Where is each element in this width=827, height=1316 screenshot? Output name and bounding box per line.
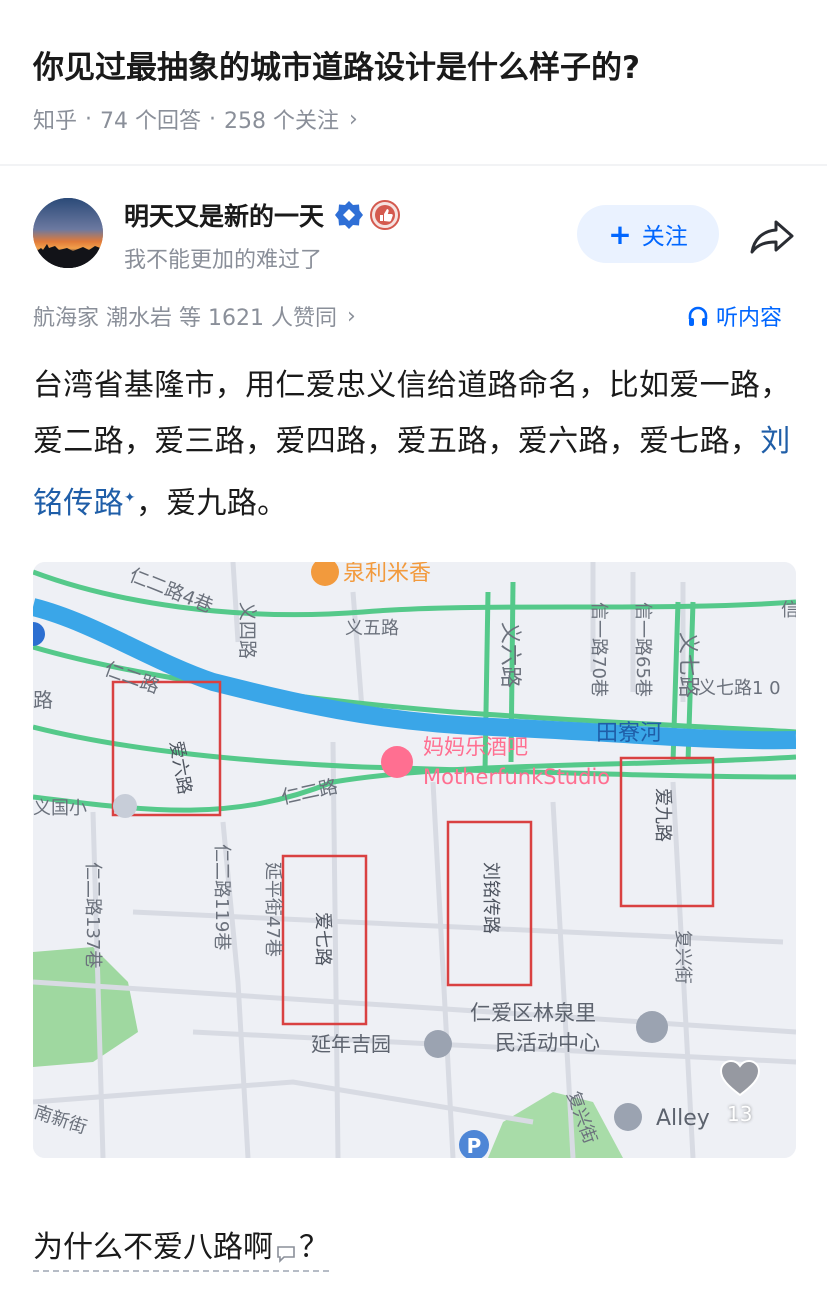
- author-name[interactable]: 明天又是新的一天: [124, 197, 401, 233]
- answer-count: 74 个回答: [100, 109, 202, 134]
- source-label: 知乎: [33, 109, 78, 134]
- share-icon[interactable]: [748, 214, 796, 258]
- plus-icon: +: [608, 217, 632, 251]
- section-divider: [0, 164, 827, 166]
- comment-text-body: 为什么不爱八路啊: [33, 1230, 273, 1265]
- verified-badge-icon: [335, 201, 364, 229]
- road-yi7-10-label: 义七路1 0: [698, 678, 781, 699]
- separator-dot: ·: [85, 106, 93, 132]
- listen-button[interactable]: 听内容: [686, 300, 782, 332]
- chevron-right-icon: ›: [346, 303, 356, 329]
- road-xin-label: 信: [781, 600, 796, 621]
- answer-text: 台湾省基隆市，用仁爱忠义信给道路命名，比如爱一路，爱二路，爱三路，爱四路，爱五路…: [33, 358, 803, 532]
- road-xin1-65-label: 信一路65巷: [632, 602, 653, 697]
- separator-dot: ·: [209, 106, 217, 132]
- follower-count: 258 个关注: [224, 109, 340, 134]
- avatar[interactable]: [33, 198, 103, 268]
- poi-bar-cn-label: 妈妈乐酒吧: [423, 735, 528, 759]
- river-label: 田寮河: [596, 721, 662, 746]
- answer-text-part2: ，爱九路。: [135, 486, 288, 521]
- poi-alley-label: Alley: [656, 1106, 710, 1131]
- question-meta[interactable]: 知乎 · 74 个回答 · 258 个关注 ›: [33, 104, 358, 135]
- poi-center-line1: 仁爱区林泉里: [470, 1001, 596, 1025]
- parking-letter: P: [467, 1134, 482, 1158]
- road-ren2-137-label: 仁二路137巷: [82, 862, 103, 968]
- listen-label: 听内容: [716, 306, 783, 331]
- road-yanping-label: 延平街47巷: [262, 862, 283, 957]
- follow-button[interactable]: + 关注: [577, 205, 719, 263]
- road-ren2-119-label: 仁二路119巷: [211, 844, 232, 950]
- road-yi4-label: 义四路: [236, 602, 258, 659]
- follow-label: 关注: [641, 224, 688, 250]
- author-bio: 我不能更加的难过了: [124, 248, 323, 273]
- poi-garden-label: 延年吉园: [311, 1032, 391, 1056]
- poi-bar-en-label: MotherfunkStudio: [423, 765, 610, 789]
- alley-icon: [614, 1103, 642, 1131]
- author-name-text: 明天又是新的一天: [124, 202, 325, 231]
- answer-text-part1: 台湾省基隆市，用仁爱忠义信给道路命名，比如爱一路，爱二路，爱三路，爱四路，爱五路…: [33, 368, 791, 459]
- road-yi6-label: 义六路: [497, 622, 522, 688]
- avatar-sunset-image: [33, 198, 103, 268]
- chevron-right-icon: ›: [349, 106, 358, 132]
- school-label: 义国小: [33, 798, 87, 819]
- headphones-icon: [688, 306, 708, 326]
- road-ai7-label: 爱七路: [312, 912, 333, 966]
- endorsement-text: 航海家 潮水岩 等 1621 人赞同: [33, 306, 337, 331]
- thumbs-up-honor-icon: [370, 200, 401, 230]
- road-xin1-70-label: 信一路70巷: [588, 602, 609, 697]
- heart-icon[interactable]: [718, 1058, 762, 1098]
- school-icon: [113, 794, 137, 818]
- bar-icon: [381, 746, 413, 778]
- comment-bubble-icon: [277, 1246, 295, 1263]
- sparkle-icon: ✦: [123, 490, 136, 506]
- community-center-icon: [636, 1011, 668, 1043]
- side-road-label: 路: [33, 688, 53, 712]
- map-screenshot[interactable]: P 泉利米香 仁二路4巷 义五路 义七路1 0 信 仁二路 田寮河 妈妈乐酒吧 …: [33, 562, 796, 1158]
- road-ai9-label: 爱九路: [652, 788, 673, 842]
- poi-center-line2: 民活动中心: [495, 1031, 600, 1055]
- question-title[interactable]: 你见过最抽象的城市道路设计是什么样子的?: [33, 42, 803, 94]
- comment-text[interactable]: 为什么不爱八路啊 ？: [33, 1222, 329, 1272]
- endorsement-row[interactable]: 航海家 潮水岩 等 1621 人赞同 ›: [33, 300, 356, 332]
- cemetery-icon: [424, 1030, 452, 1058]
- like-count: 13: [727, 1102, 753, 1126]
- street-map: P 泉利米香 仁二路4巷 义五路 义七路1 0 信 仁二路 田寮河 妈妈乐酒吧 …: [33, 562, 796, 1158]
- comment-suffix: ？: [299, 1230, 329, 1265]
- road-fuxing-label: 复兴街: [672, 930, 693, 984]
- road-yi5-label: 义五路: [345, 618, 399, 639]
- poi-rice-label: 泉利米香: [343, 562, 431, 586]
- road-liuming-label: 刘铭传路: [480, 862, 501, 934]
- road-yi7-label: 义七路: [675, 632, 700, 698]
